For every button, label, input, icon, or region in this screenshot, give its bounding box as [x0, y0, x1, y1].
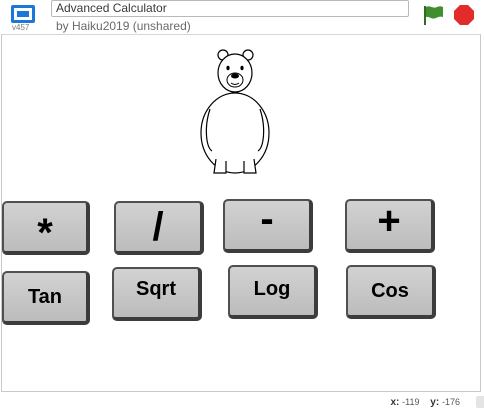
log-label: Log: [253, 277, 291, 300]
add-button[interactable]: +: [345, 199, 435, 253]
y-value: -176: [441, 397, 460, 407]
subtract-button[interactable]: -: [223, 196, 313, 253]
tan-button[interactable]: Tan: [2, 271, 90, 325]
version-label: v457: [12, 23, 30, 32]
polar-bear-sprite[interactable]: [198, 47, 272, 179]
mouse-coordinates: x: -119 y: -176: [390, 397, 468, 408]
sqrt-button[interactable]: Sqrt: [112, 267, 202, 321]
cos-label: Cos: [371, 279, 409, 302]
project-byline: by Haiku2019 (unshared): [56, 19, 191, 33]
divide-label: /: [152, 204, 164, 249]
multiply-button[interactable]: *: [2, 201, 90, 255]
stop-icon[interactable]: [453, 4, 475, 26]
resize-handle[interactable]: [476, 396, 484, 408]
multiply-label: *: [37, 210, 53, 255]
subtract-label: -: [260, 196, 274, 241]
sqrt-label: Sqrt: [136, 277, 176, 300]
project-title-field[interactable]: Advanced Calculator: [51, 0, 409, 17]
player-footer: x: -119 y: -176: [0, 392, 484, 412]
green-flag-icon[interactable]: [422, 4, 444, 26]
stage[interactable]: * / - + Tan Sqrt Log Cos: [1, 34, 481, 392]
log-button[interactable]: Log: [228, 265, 318, 319]
y-label: y:: [430, 397, 440, 408]
fullscreen-icon[interactable]: [10, 4, 36, 24]
x-value: -119: [402, 397, 420, 407]
player-header: v457 Advanced Calculator by Haiku2019 (u…: [0, 0, 484, 34]
cos-button[interactable]: Cos: [346, 265, 436, 319]
x-label: x:: [390, 397, 400, 408]
add-label: +: [377, 198, 401, 243]
tan-label: Tan: [27, 285, 63, 308]
divide-button[interactable]: /: [114, 201, 204, 255]
